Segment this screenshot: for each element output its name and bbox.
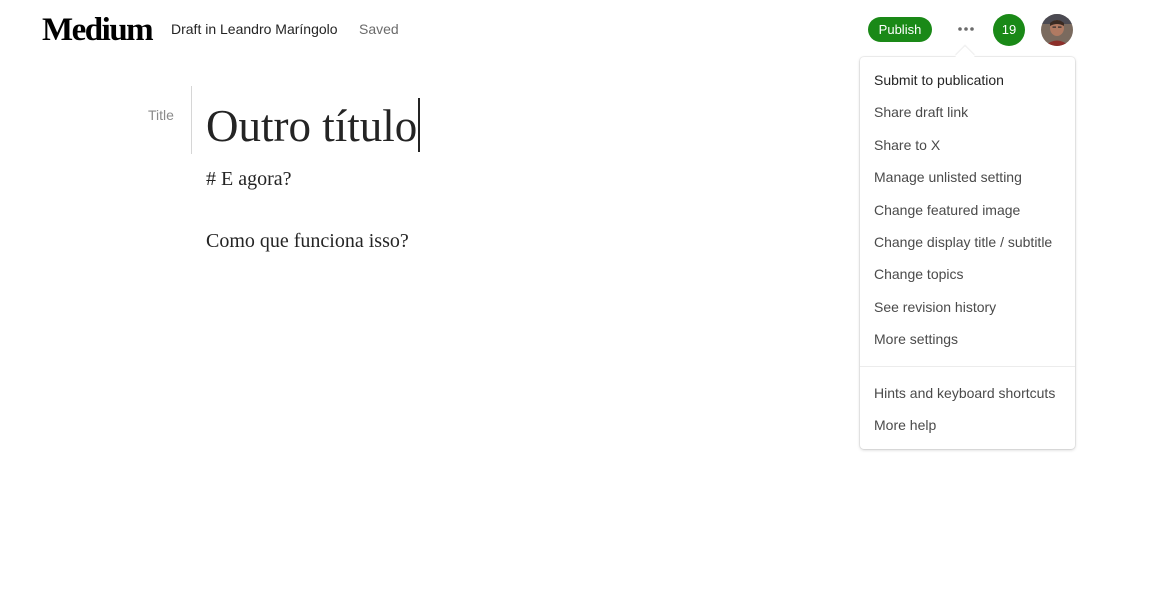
menu-item-more-help[interactable]: More help [874,416,936,434]
more-options-button[interactable] [951,14,981,44]
menu-item-hints-shortcuts[interactable]: Hints and keyboard shortcuts [874,384,1055,402]
notifications-badge[interactable]: 19 [993,14,1025,46]
more-options-menu: Submit to publication Share draft link S… [860,57,1075,449]
menu-item-manage-unlisted[interactable]: Manage unlisted setting [874,168,1022,186]
menu-item-more-settings[interactable]: More settings [874,330,958,348]
title-divider [191,86,192,154]
top-bar: Medium Draft in Leandro Maríngolo Saved … [0,0,1168,60]
user-avatar-icon [1041,14,1073,46]
body-paragraph-1[interactable]: # E agora? [206,165,292,193]
medium-logo[interactable]: Medium [42,11,154,49]
draft-info: Draft in Leandro Maríngolo [171,21,338,37]
menu-divider [860,366,1075,367]
menu-item-share-to-x[interactable]: Share to X [874,136,940,154]
avatar[interactable] [1041,14,1073,46]
save-status: Saved [359,21,399,37]
menu-item-share-draft-link[interactable]: Share draft link [874,103,968,121]
menu-item-change-featured-image[interactable]: Change featured image [874,201,1020,219]
publish-button[interactable]: Publish [868,17,932,42]
title-text: Outro título [206,101,418,151]
more-horizontal-icon [958,27,974,31]
body-paragraph-2[interactable]: Como que funciona isso? [206,227,409,255]
menu-item-change-display-title[interactable]: Change display title / subtitle [874,233,1052,251]
text-caret [418,98,420,152]
title-label: Title [148,107,174,123]
menu-item-change-topics[interactable]: Change topics [874,265,964,283]
title-input[interactable]: Outro título [206,96,420,156]
menu-item-revision-history[interactable]: See revision history [874,298,996,316]
menu-item-submit-to-publication[interactable]: Submit to publication [874,71,1004,89]
